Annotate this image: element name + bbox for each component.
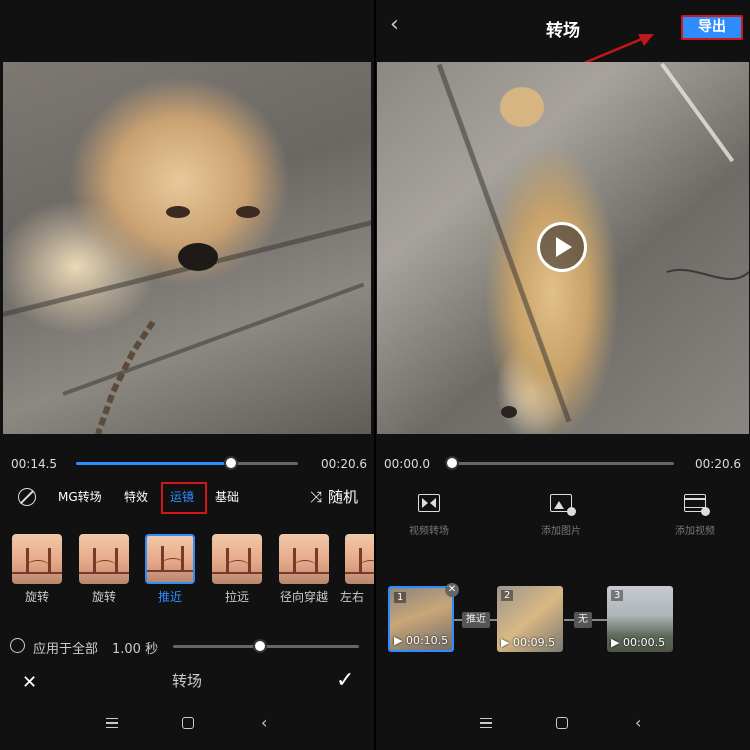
video-add-icon <box>684 494 710 516</box>
clip-index: 2 <box>501 590 514 601</box>
preset-thumb-5[interactable] <box>279 534 329 584</box>
bottom-bar: ✕ 转场 ✓ <box>0 668 374 693</box>
duration-label: 1.00 秒 <box>112 642 159 657</box>
preset-label-6: 左右 <box>340 590 365 604</box>
video-preview[interactable] <box>377 62 749 434</box>
preset-list: 旋转 旋转 推近 拉远 径向穿越 左右 <box>0 534 374 604</box>
transition-tag-2[interactable]: 无 <box>574 612 592 628</box>
preset-label-5: 径向穿越 <box>279 590 328 604</box>
image-add-icon <box>550 494 576 516</box>
tool-label: 视频转场 <box>409 526 449 537</box>
apply-all-radio[interactable] <box>10 638 25 653</box>
transition-tabs: MG转场 特效 运镜 基础 ⤨ 随机 <box>0 482 374 514</box>
preset-thumb-3[interactable] <box>145 534 195 584</box>
nav-back-icon[interactable]: ‹ <box>261 713 267 732</box>
tab-effects[interactable]: 特效 <box>124 488 148 505</box>
playback-handle[interactable] <box>224 456 239 470</box>
nav-back-icon[interactable]: ‹ <box>635 713 641 732</box>
clip-index: 1 <box>394 592 407 603</box>
playback-slider[interactable] <box>452 462 674 465</box>
tab-camera[interactable]: 运镜 <box>170 488 194 505</box>
total-time: 00:20.6 <box>695 457 742 471</box>
tool-add-video[interactable]: 添加视频 <box>665 494 725 537</box>
system-navbar: ‹ <box>0 712 374 738</box>
tool-add-image[interactable]: 添加图片 <box>531 494 591 537</box>
nav-menu-icon[interactable] <box>106 718 118 728</box>
preset-label-4: 拉远 <box>224 590 249 604</box>
preset-label-3: 推近 <box>157 590 182 604</box>
check-icon[interactable]: ✓ <box>336 668 354 693</box>
system-navbar: ‹ <box>376 712 750 738</box>
random-button[interactable]: ⤨ 随机 <box>310 486 358 507</box>
nav-home-icon[interactable] <box>556 717 568 729</box>
duration-handle[interactable] <box>253 639 268 653</box>
transition-icon <box>418 494 440 512</box>
playback-handle[interactable] <box>445 456 459 470</box>
preset-thumb-1[interactable] <box>12 534 62 584</box>
preset-label-2: 旋转 <box>91 590 116 604</box>
clip-timeline: 1 ▶ 00:10.5 ✕ 推近 2 ▶ 00:09.5 无 3 ▶ 00:00… <box>376 583 750 656</box>
transition-tag-1[interactable]: 推近 <box>462 612 490 628</box>
play-button[interactable] <box>537 222 587 272</box>
tab-basic[interactable]: 基础 <box>215 488 239 505</box>
clip-duration: ▶ 00:00.5 <box>611 636 666 649</box>
current-time: 00:00.0 <box>384 457 431 471</box>
video-preview[interactable] <box>3 62 371 434</box>
shuffle-icon: ⤨ <box>310 487 323 506</box>
clip-duration: ▶ 00:10.5 <box>394 634 449 647</box>
clip-duration: ▶ 00:09.5 <box>501 636 556 649</box>
clip-2[interactable]: 2 ▶ 00:09.5 <box>497 586 563 652</box>
nav-menu-icon[interactable] <box>480 718 492 728</box>
preset-thumb-2[interactable] <box>79 534 129 584</box>
play-icon <box>556 237 572 257</box>
apply-row: 应用于全部 1.00 秒 <box>0 636 374 657</box>
nav-home-icon[interactable] <box>182 717 194 729</box>
tool-label: 添加视频 <box>675 526 715 537</box>
chain-decor <box>95 206 260 434</box>
playback-progress <box>76 462 232 465</box>
clip-index: 3 <box>611 590 624 601</box>
tab-mg[interactable]: MG转场 <box>58 488 102 505</box>
random-label: 随机 <box>328 488 359 506</box>
tool-label: 添加图片 <box>541 526 581 537</box>
total-time: 00:20.6 <box>321 457 368 471</box>
tool-video-transition[interactable]: 视频转场 <box>399 494 459 537</box>
clip-1[interactable]: 1 ▶ 00:10.5 <box>388 586 454 652</box>
preset-thumb-4[interactable] <box>212 534 262 584</box>
none-icon[interactable] <box>18 488 36 506</box>
apply-all-label: 应用于全部 <box>33 642 99 657</box>
right-screen: ‹ 转场 导出 00:00.0 00:20.6 视频转场 添加图片 添加视频 1… <box>376 0 750 750</box>
bottom-title: 转场 <box>171 672 202 690</box>
clip-3[interactable]: 3 ▶ 00:00.5 <box>607 586 673 652</box>
preset-label-1: 旋转 <box>24 590 49 604</box>
preset-thumb-6[interactable] <box>345 534 374 584</box>
clip-delete-button[interactable]: ✕ <box>445 583 459 597</box>
left-screen: 00:14.5 00:20.6 MG转场 特效 运镜 基础 ⤨ 随机 旋转 旋转… <box>0 0 374 750</box>
current-time: 00:14.5 <box>11 457 58 471</box>
